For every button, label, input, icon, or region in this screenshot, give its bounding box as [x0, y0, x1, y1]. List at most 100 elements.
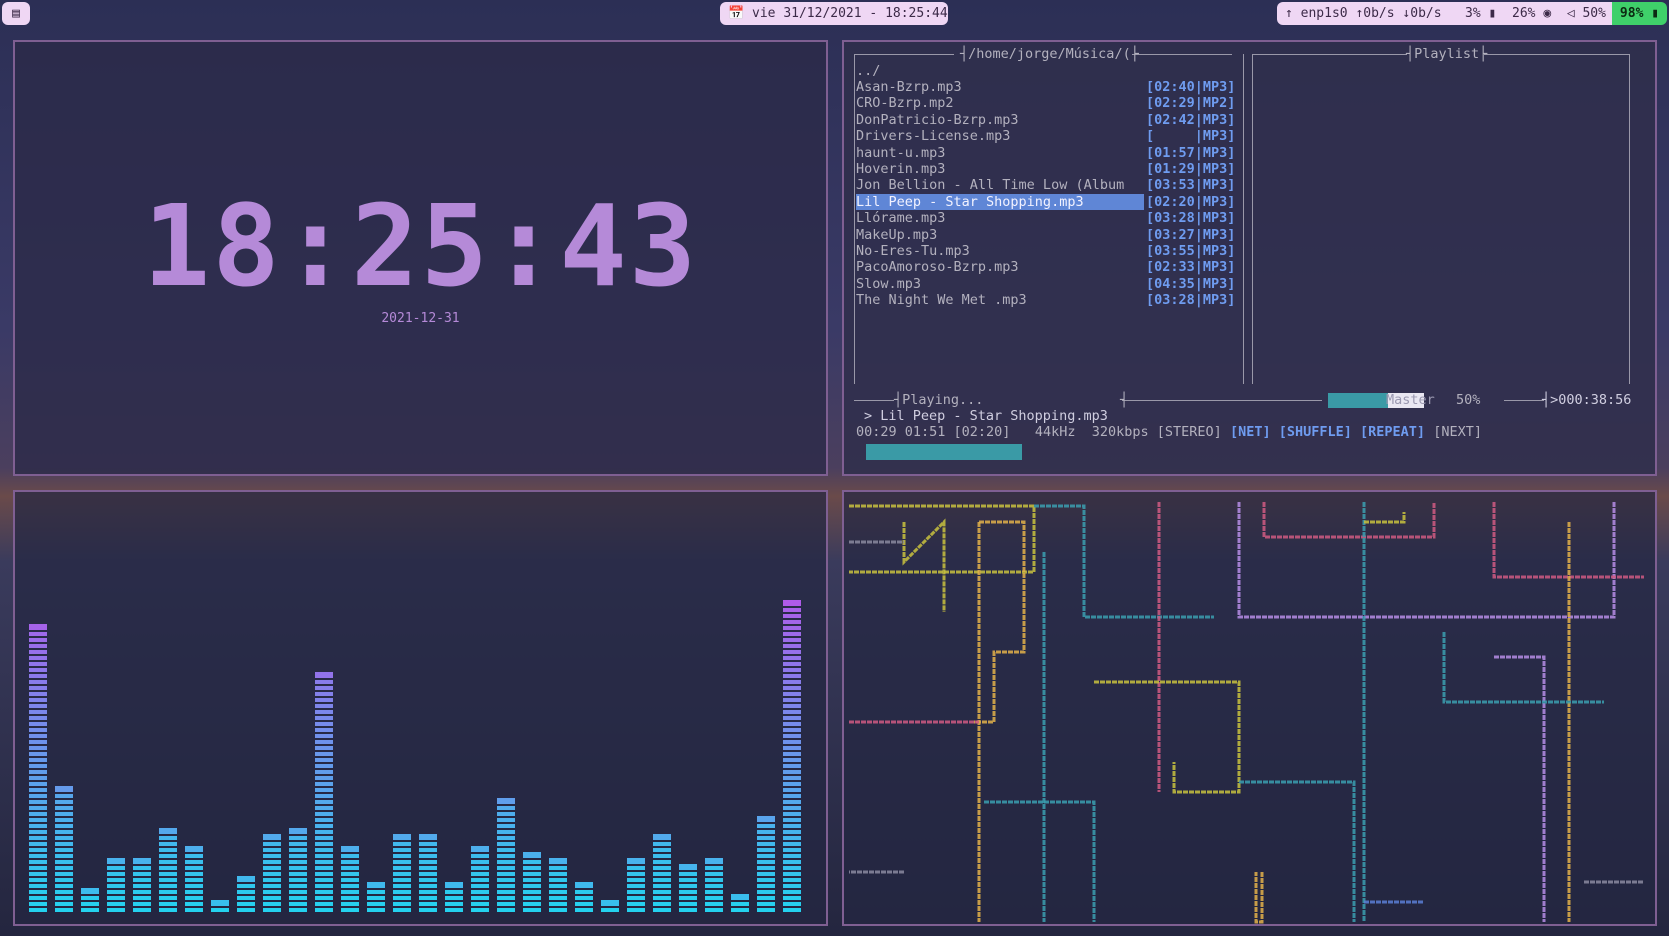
- bar-segment: [341, 866, 359, 870]
- bar-segment: [29, 890, 47, 894]
- file-name: Llórame.mp3: [856, 210, 946, 227]
- bar-segment: [55, 800, 73, 804]
- file-name: PacoAmoroso-Bzrp.mp3: [856, 259, 1019, 276]
- bar-segment: [757, 896, 775, 900]
- bar-segment: [653, 902, 671, 906]
- clock-window[interactable]: 18:25:43 2021-12-31: [13, 40, 828, 476]
- playlist-frame-top: [1252, 54, 1407, 55]
- bar-segment: [419, 908, 437, 912]
- status-frame-left: [854, 400, 894, 401]
- workspace-button[interactable]: ▤: [2, 2, 30, 25]
- bar-cap: [55, 786, 73, 792]
- next-flag[interactable]: [NEXT]: [1433, 424, 1482, 440]
- bar-segment: [315, 854, 333, 858]
- visualizer-bar: [133, 858, 151, 912]
- bar-segment: [497, 812, 515, 816]
- file-name: No-Eres-Tu.mp3: [856, 243, 970, 259]
- battery-icon: ▮: [1651, 6, 1660, 21]
- bar-segment: [419, 842, 437, 846]
- speaker-icon[interactable]: ◁: [1567, 6, 1575, 21]
- bar-segment: [29, 728, 47, 732]
- bar-segment: [315, 788, 333, 792]
- bar-segment: [315, 722, 333, 726]
- bar-segment: [783, 752, 801, 756]
- file-list-item[interactable]: Slow.mp3 [04:35|MP3]: [856, 276, 1240, 292]
- bar-segment: [29, 860, 47, 864]
- pipe-segment: [849, 504, 1036, 574]
- track-info-row: 00:29 01:51 [02:20] 44kHz 320kbps [STERE…: [856, 424, 1482, 440]
- bar-segment: [315, 908, 333, 912]
- bar-segment: [783, 632, 801, 636]
- parent-dir-item[interactable]: ../: [856, 63, 880, 79]
- file-list-item[interactable]: Jon Bellion - All Time Low (Album [03:53|…: [856, 177, 1240, 193]
- bar-segment: [783, 620, 801, 624]
- shuffle-flag[interactable]: [SHUFFLE]: [1279, 424, 1352, 440]
- bar-segment: [445, 908, 463, 912]
- bar-segment: [497, 902, 515, 906]
- bar-segment: [159, 908, 177, 912]
- volume-value[interactable]: 50%: [1582, 6, 1605, 21]
- file-list-item[interactable]: CRO-Bzrp.mp2 [02:29|MP2]: [856, 95, 1240, 111]
- bar-segment: [393, 884, 411, 888]
- bar-segment: [757, 878, 775, 882]
- bar-cap: [497, 798, 515, 804]
- file-list-item[interactable]: Drivers-License.mp3 [ |MP3]: [856, 128, 1240, 144]
- file-list-item[interactable]: haunt-u.mp3 [01:57|MP3]: [856, 145, 1240, 161]
- bar-segment: [263, 908, 281, 912]
- file-list-item[interactable]: DonPatricio-Bzrp.mp3 [02:42|MP3]: [856, 112, 1240, 128]
- bar-segment: [289, 854, 307, 858]
- file-name: Lil Peep - Star Shopping.mp3: [856, 193, 1144, 210]
- bar-cap: [107, 858, 125, 864]
- bar-segment: [289, 896, 307, 900]
- bar-cap: [679, 864, 697, 870]
- bar-segment: [237, 908, 255, 912]
- bar-cap: [81, 888, 99, 894]
- ram-usage: 26%: [1512, 6, 1536, 21]
- bar-segment: [471, 884, 489, 888]
- bar-segment: [419, 878, 437, 882]
- net-flag[interactable]: [NET]: [1230, 424, 1271, 440]
- pipes-screensaver-window[interactable]: [842, 490, 1657, 926]
- bar-segment: [783, 800, 801, 804]
- bar-segment: [367, 902, 385, 906]
- file-list-item[interactable]: PacoAmoroso-Bzrp.mp3 [02:33|MP3]: [856, 259, 1240, 275]
- repeat-flag[interactable]: [REPEAT]: [1360, 424, 1425, 440]
- bar-segment: [159, 866, 177, 870]
- visualizer-bar: [289, 828, 307, 912]
- file-name: DonPatricio-Bzrp.mp3: [856, 111, 1019, 128]
- file-name: Hoverin.mp3: [856, 161, 946, 177]
- bar-segment: [289, 884, 307, 888]
- bar-segment: [315, 866, 333, 870]
- music-player-window[interactable]: ┤/home/jorge/Música/(├ ┤Playlist├ ../ As…: [842, 40, 1657, 476]
- progress-track[interactable]: [866, 444, 1610, 460]
- file-list-item[interactable]: The Night We Met .mp3 [03:28|MP3]: [856, 292, 1240, 308]
- bar-segment: [159, 884, 177, 888]
- bar-segment: [237, 890, 255, 894]
- visualizer-bar: [315, 672, 333, 912]
- datetime-widget[interactable]: 📅 vie 31/12/2021 - 18:25:44: [720, 2, 948, 25]
- file-list-item[interactable]: Lil Peep - Star Shopping.mp3 [02:20|MP3]: [856, 193, 1240, 210]
- file-list-item[interactable]: No-Eres-Tu.mp3 [03:55|MP3]: [856, 243, 1240, 259]
- bar-segment: [107, 896, 125, 900]
- bar-segment: [367, 890, 385, 894]
- audio-visualizer-window[interactable]: [13, 490, 828, 926]
- file-name: haunt-u.mp3: [856, 144, 946, 161]
- file-list-item[interactable]: Hoverin.mp3 [01:29|MP3]: [856, 161, 1240, 177]
- bar-segment: [29, 812, 47, 816]
- file-list-item[interactable]: Llórame.mp3 [03:28|MP3]: [856, 210, 1240, 226]
- visualizer-bar: [679, 864, 697, 912]
- pipe-segment: [1237, 502, 1616, 619]
- bar-segment: [393, 902, 411, 906]
- browser-frame-right: [1243, 54, 1244, 384]
- bar-segment: [393, 896, 411, 900]
- file-list-item[interactable]: Asan-Bzrp.mp3 [02:40|MP3]: [856, 79, 1240, 95]
- file-list-item[interactable]: MakeUp.mp3 [03:27|MP3]: [856, 227, 1240, 243]
- file-duration: [01:29|MP3]: [1146, 161, 1236, 177]
- bar-segment: [393, 848, 411, 852]
- bar-segment: [315, 890, 333, 894]
- bar-segment: [81, 902, 99, 906]
- bar-segment: [783, 836, 801, 840]
- bar-segment: [757, 836, 775, 840]
- bar-segment: [783, 650, 801, 654]
- bar-segment: [783, 668, 801, 672]
